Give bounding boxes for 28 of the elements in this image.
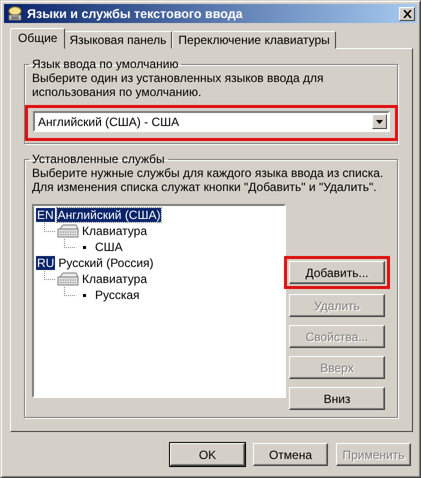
tree-item[interactable]: США [94,240,124,254]
group-description: Выберите один из установленных языков ввода для использования по умолчанию. [32,71,325,99]
dropdown-button[interactable] [372,114,387,129]
language-dropdown[interactable]: Английский (США) - США [33,111,390,132]
close-icon [402,10,412,18]
language-badge: RU [36,256,56,270]
app-icon [7,6,23,22]
dialog-button[interactable]: Отмена [253,443,328,466]
tree-item[interactable]: Английский (США) [56,208,162,222]
window-title: Языки и службы текстового ввода [27,6,244,20]
dialog-button[interactable]: OK [170,443,245,466]
close-button[interactable] [399,6,415,20]
tree-item[interactable]: Клавиатура [81,224,148,238]
caret-icon [376,120,383,124]
tab[interactable]: Переключение клавиатуры [172,31,336,49]
side-button[interactable]: Добавить... [289,261,385,284]
group-description: Выберите нужные службы для каждого языка ввода из списка. Для изменения списка служат кнопки "Добавить" и "Удалить". [32,166,384,194]
group-label: Установленные службы [31,152,166,166]
tree-item[interactable]: Русская [94,288,141,302]
tab[interactable]: Общие [10,28,66,49]
side-button[interactable]: Вниз [289,387,385,410]
tree-item[interactable]: Русский (Россия) [57,256,155,270]
tab[interactable]: Языковая панель [63,31,172,49]
tree-item[interactable]: Клавиатура [81,272,148,286]
group-label: Язык ввода по умолчанию [31,57,180,71]
bullet-icon [83,246,86,248]
language-badge: EN [36,208,55,222]
bullet-icon [83,294,86,296]
